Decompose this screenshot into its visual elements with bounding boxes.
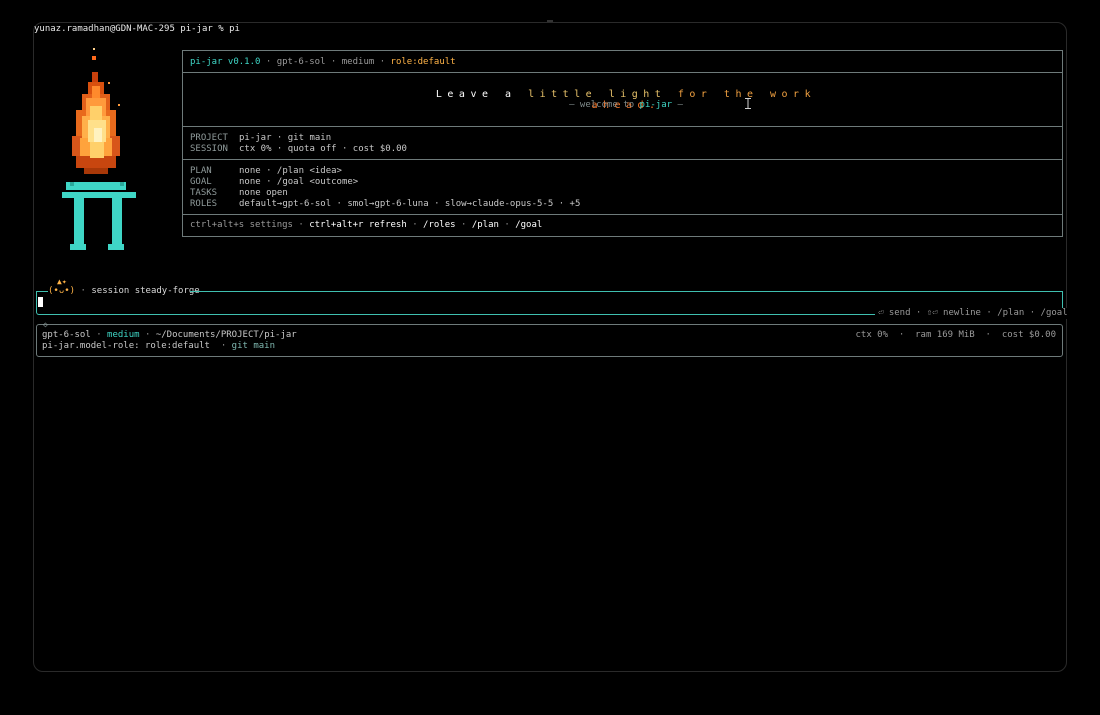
flame-logo-icon [62,48,136,250]
status-cost: cost $0.00 [1001,330,1056,340]
goal-command[interactable]: /goal [515,220,542,230]
status-effort: medium [107,330,140,340]
session-row: SESSION ctx 0% · quota off · cost $0.00 [190,144,407,154]
divider [183,126,1062,127]
window-drag-handle[interactable] [547,20,553,22]
text-cursor-icon [745,98,751,109]
status-path: ~/Documents/PROJECT/pi-jar [155,330,297,340]
divider [183,72,1062,73]
shortcut-bar: ctrl+alt+s settings · ctrl+alt+r refresh… [190,220,543,230]
status-ctx: ctx 0% [855,330,889,340]
plan-command[interactable]: /plan [472,220,499,230]
input-caret [38,297,43,307]
status-git: git main [231,341,276,351]
status-role: pi-jar.model-role: role:default [42,341,210,351]
tasks-row: TASKS none open [190,188,288,198]
refresh-shortcut[interactable]: ctrl+alt+r refresh [309,220,407,230]
settings-shortcut-key[interactable]: ctrl+alt+s [190,220,244,230]
divider [183,214,1062,215]
corner-diamond-icon: ◇ [43,320,48,329]
status-role-line: pi-jar.model-role: role:default · git ma… [42,341,276,351]
status-ram: ram 169 MiB [915,330,975,340]
app-version: pi-jar v0.1.0 [190,57,261,67]
card-header-line: pi-jar v0.1.0 · gpt-6-sol · medium · rol… [190,57,456,67]
roles-command[interactable]: /roles [423,220,456,230]
status-model-line: gpt-6-sol · medium · ~/Documents/PROJECT… [42,330,297,340]
welcome-card: pi-jar v0.1.0 · gpt-6-sol · medium · rol… [182,50,1063,237]
effort-level: medium [341,57,375,67]
status-metrics: ctx 0% · ram 169 MiB · cost $0.00 [855,330,1057,340]
settings-shortcut[interactable]: settings [250,220,293,230]
input-hints: ⏎ send · ⇧⏎ newline · /plan · /goal [875,308,1071,319]
plan-row: PLAN none · /plan <idea> [190,166,342,176]
goal-row: GOAL none · /goal <outcome> [190,177,359,187]
divider [183,159,1062,160]
shell-prompt: yunaz.ramadhan@GDN-MAC-295 pi-jar % pi [34,24,240,34]
status-bar: gpt-6-sol · medium · ~/Documents/PROJECT… [36,324,1063,357]
active-role: role:default [390,57,456,67]
welcome-line: — welcome to pi-jar — [569,100,683,110]
status-model: gpt-6-sol [42,330,91,340]
roles-row: ROLES default→gpt-6-sol · smol→gpt-6-luna… [190,199,581,209]
project-row: PROJECT pi-jar · git main [190,133,332,143]
model-name: gpt-6-sol [276,57,326,67]
